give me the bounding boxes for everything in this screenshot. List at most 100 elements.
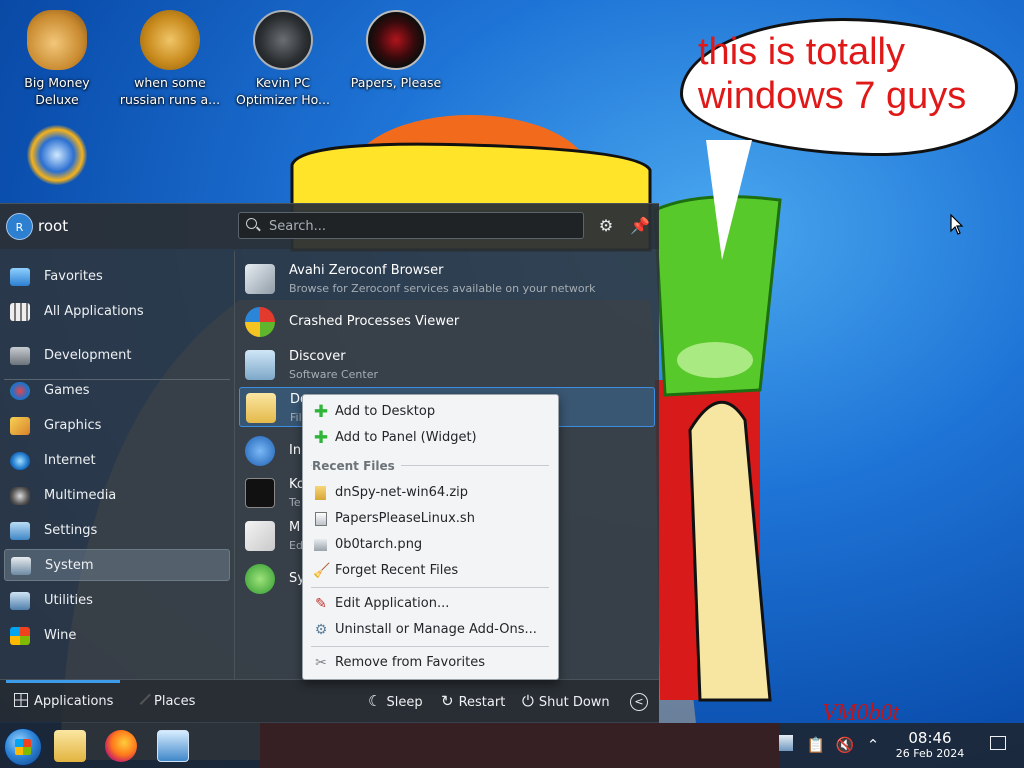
desktop-icon-label: Kevin PC Optimizer Ho... (236, 75, 330, 107)
desktop-icon-russian[interactable]: when some russian runs a... (115, 10, 225, 108)
recent-files-header: Recent Files (312, 459, 401, 473)
menu-add-to-panel[interactable]: ✚ Add to Panel (Widget) (303, 425, 558, 451)
menu-edit-application[interactable]: ✎ Edit Application... (303, 591, 558, 617)
taskbar: 📋 🔇 ⌃ 08:46 26 Feb 2024 (0, 723, 1024, 768)
shutdown-button[interactable]: ⏻ Shut Down (522, 680, 610, 723)
search-box[interactable] (238, 212, 584, 239)
utilities-icon (10, 592, 30, 610)
app-name: Avahi Zeroconf Browser (289, 263, 444, 278)
tray-clipboard[interactable]: 📋 (806, 735, 826, 755)
sleep-label: Sleep (386, 695, 423, 710)
menu-uninstall[interactable]: ⚙ Uninstall or Manage Add-Ons... (303, 617, 558, 643)
category-label: All Applications (44, 304, 144, 319)
windows-logo-icon (15, 739, 31, 755)
menu-recent-file[interactable]: PapersPleaseLinux.sh (303, 506, 558, 532)
category-settings[interactable]: Settings (4, 515, 230, 547)
leave-options-button[interactable]: < (630, 680, 648, 723)
games-icon (10, 382, 30, 400)
show-desktop-button[interactable] (988, 735, 1008, 755)
tab-places[interactable]: Places (139, 680, 196, 723)
user-avatar[interactable]: R (6, 213, 33, 240)
chevron-up-icon: ⌃ (866, 736, 880, 754)
clock[interactable]: 08:46 26 Feb 2024 (890, 730, 970, 761)
tray-volume[interactable]: 🔇 (835, 735, 855, 755)
desktop-icon-label: Papers, Please (350, 75, 442, 90)
wine-icon (10, 627, 30, 645)
menu-label: Edit Application... (335, 596, 450, 611)
system-icon (11, 557, 31, 575)
category-label: Wine (44, 628, 77, 643)
speech-bubble-text: this is totally windows 7 guys (698, 31, 967, 117)
tools-icon (245, 564, 275, 594)
category-development[interactable]: Development (4, 340, 230, 372)
desktop-icon-sun-globe[interactable] (2, 125, 112, 189)
favorites-icon (10, 268, 30, 286)
menu-separator (311, 587, 549, 588)
menu-recent-file[interactable]: dnSpy-net-win64.zip (303, 480, 558, 506)
category-graphics[interactable]: Graphics (4, 410, 230, 442)
development-icon (10, 347, 30, 365)
configure-button[interactable]: ⚙ (596, 216, 616, 236)
app-discover[interactable]: Discover Software Center (239, 345, 655, 385)
package-icon: ⚙ (314, 622, 328, 638)
shutdown-label: Shut Down (538, 695, 610, 710)
category-multimedia[interactable]: Multimedia (4, 480, 230, 512)
category-internet[interactable]: Internet (4, 445, 230, 477)
menu-add-to-desktop[interactable]: ✚ Add to Desktop (303, 399, 558, 425)
bug-icon (245, 307, 275, 337)
category-label: Internet (44, 453, 96, 468)
taskbar-firefox[interactable] (105, 730, 137, 762)
tab-applications[interactable]: Applications (5, 680, 121, 723)
tab-label: Places (154, 694, 196, 709)
menu-remove-favorites[interactable]: ✂ Remove from Favorites (303, 650, 558, 676)
settings-icon (10, 522, 30, 540)
tray-network[interactable] (776, 735, 796, 755)
restart-icon: ↻ (441, 692, 454, 710)
clock-date: 26 Feb 2024 (895, 747, 965, 760)
volume-muted-icon: 🔇 (835, 736, 855, 754)
desktop-icon-papers-please[interactable]: Papers, Please (341, 10, 451, 91)
category-label: Multimedia (44, 488, 117, 503)
pin-button[interactable]: 📌 (630, 216, 650, 236)
search-input[interactable] (267, 216, 571, 237)
category-label: Utilities (44, 593, 93, 608)
category-sidebar: Favorites All Applications Development G… (0, 251, 235, 679)
app-avahi[interactable]: Avahi Zeroconf Browser Browse for Zeroco… (239, 259, 655, 299)
category-all-applications[interactable]: All Applications (4, 296, 230, 328)
launcher-footer: Applications Places ☾ Sleep ↻ Restart ⏻ Shu… (0, 679, 659, 723)
context-menu: ✚ Add to Desktop ✚ Add to Panel (Widget)… (302, 394, 559, 680)
desktop-icon-big-money[interactable]: Big Money Deluxe (2, 10, 112, 108)
mouse-cursor-icon (950, 214, 964, 235)
taskbar-file-manager[interactable] (54, 730, 86, 762)
clock-time: 08:46 (908, 729, 952, 747)
sleep-button[interactable]: ☾ Sleep (368, 680, 423, 723)
category-favorites[interactable]: Favorites (4, 261, 230, 293)
menu-recent-file[interactable]: 0b0tarch.png (303, 532, 558, 558)
restart-button[interactable]: ↻ Restart (441, 680, 505, 723)
start-button[interactable] (4, 728, 42, 766)
sun-globe-icon (27, 125, 87, 185)
category-utilities[interactable]: Utilities (4, 585, 230, 617)
menu-separator (311, 646, 549, 647)
category-games[interactable]: Games (4, 375, 230, 407)
category-wine[interactable]: Wine (4, 620, 230, 652)
user-name: root (38, 217, 69, 235)
category-system[interactable]: System (4, 549, 230, 581)
desktop-icon-kevin-optimizer[interactable]: Kevin PC Optimizer Ho... (228, 10, 338, 108)
money-bag-icon (27, 10, 87, 70)
taskbar-system-settings[interactable] (157, 730, 189, 762)
app-crashed-processes[interactable]: Crashed Processes Viewer (239, 302, 655, 342)
image-icon (314, 539, 327, 551)
app-description: Browse for Zeroconf services available o… (289, 282, 596, 295)
tray-expand[interactable]: ⌃ (863, 735, 883, 755)
speedometer-icon (253, 10, 313, 70)
gear-icon (140, 10, 200, 70)
folder-icon (246, 393, 276, 423)
menu-forget-recent[interactable]: 🧹 Forget Recent Files (303, 558, 558, 584)
multimedia-icon (10, 487, 30, 505)
menu-label: dnSpy-net-win64.zip (335, 485, 469, 500)
search-icon (246, 218, 257, 229)
tab-label: Applications (34, 694, 114, 709)
menu-label: 0b0tarch.png (335, 537, 423, 552)
plus-icon: ✚ (313, 428, 329, 448)
